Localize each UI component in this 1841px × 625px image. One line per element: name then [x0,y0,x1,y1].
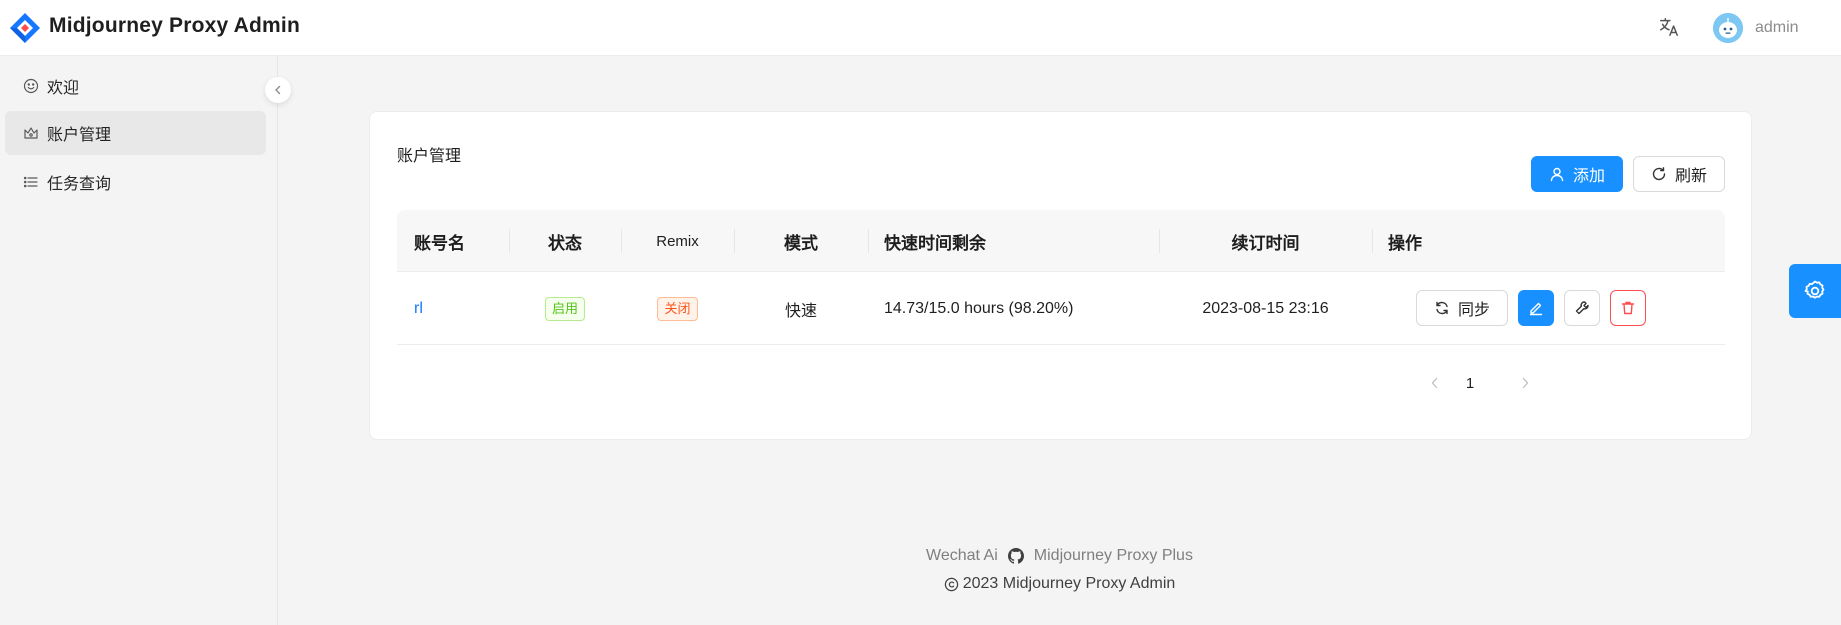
sidebar: 欢迎 账户管理 任务查询 [0,56,278,625]
column-header-remix[interactable]: Remix [621,210,734,272]
copyright-text: 2023 Midjourney Proxy Admin [962,575,1176,592]
copyright-icon [944,577,959,592]
app-title: Midjourney Proxy Admin [49,14,300,37]
sidebar-item-account-management[interactable]: 账户管理 [5,111,266,155]
wrench-icon [1575,301,1589,315]
delete-button[interactable] [1610,290,1646,326]
chevron-right-icon [1522,377,1529,389]
add-button-label: 添加 [1572,168,1605,185]
smile-icon [22,78,39,95]
top-header: Midjourney Proxy Admin admin [0,0,1841,56]
footer-link-midjourney-proxy-plus[interactable]: Midjourney Proxy Plus [1034,547,1193,565]
tool-button[interactable] [1564,290,1600,326]
sync-button-label: 同步 [1457,302,1490,319]
column-header-actions: 操作 [1388,233,1422,253]
column-header-status[interactable]: 状态 [509,210,621,272]
pagination-page-1[interactable]: 1 [1454,367,1486,399]
refresh-button-label: 刷新 [1674,168,1707,185]
table-row: rl 启用 关闭 快速 14.73/15.0 hours (98.20%) 20… [397,272,1725,345]
fast-time-remaining-cell: 14.73/15.0 hours (98.20%) [884,299,1074,317]
card-title: 账户管理 [397,148,462,165]
trash-icon [1621,301,1635,315]
account-name-link[interactable]: rl [414,300,423,318]
column-divider [868,229,869,253]
account-management-card: 账户管理 添加 刷新 账号名 状态 Remix 模式 快速时间剩余 续订时间 操… [369,111,1752,440]
gear-icon [1804,280,1825,299]
column-header-fast-time-remaining[interactable]: 快速时间剩余 [884,210,1084,272]
sidebar-item-label: 账户管理 [47,127,112,144]
renew-time-cell: 2023-08-15 23:16 [1202,299,1329,317]
list-icon [22,174,39,191]
pagination-prev[interactable] [1419,367,1451,399]
remix-badge: 关闭 [657,296,698,321]
sidebar-item-label: 任务查询 [47,176,112,193]
user-add-icon [1549,166,1565,182]
user-menu[interactable]: admin [1713,11,1799,45]
table-header: 账号名 状态 Remix 模式 快速时间剩余 续订时间 操作 [397,210,1725,272]
refresh-button[interactable]: 刷新 [1633,156,1725,192]
avatar[interactable] [1713,13,1743,43]
sidebar-item-task-query[interactable]: 任务查询 [5,160,266,204]
status-badge: 启用 [544,296,585,321]
footer-copyright: 2023 Midjourney Proxy Admin [278,575,1841,593]
footer-link-wechat-ai[interactable]: Wechat Ai [926,547,998,565]
pagination-next[interactable] [1509,367,1541,399]
crown-icon [22,125,39,142]
github-icon[interactable] [1007,548,1024,564]
logo-icon[interactable] [8,11,42,45]
translate-icon[interactable] [1656,14,1682,40]
status-cell: 启用 [509,272,621,345]
mode-cell: 快速 [784,302,817,320]
sidebar-item-welcome[interactable]: 欢迎 [5,64,266,108]
column-header-mode[interactable]: 模式 [734,210,868,272]
sync-button[interactable]: 同步 [1416,290,1508,326]
remix-cell: 关闭 [621,272,734,345]
add-button[interactable]: 添加 [1531,156,1623,192]
settings-drawer-button[interactable] [1789,264,1841,318]
reload-icon [1651,166,1667,182]
username[interactable]: admin [1755,19,1799,37]
account-name-cell: rl [414,272,494,345]
sidebar-item-label: 欢迎 [47,80,80,97]
sync-icon [1434,300,1450,316]
column-divider [1372,229,1373,253]
column-header-renew-time[interactable]: 续订时间 [1159,210,1372,272]
chevron-left-icon [275,85,281,95]
chevron-left-icon [1431,377,1438,389]
edit-icon [1529,302,1543,316]
sidebar-collapse-button[interactable] [265,77,291,103]
column-header-account-name[interactable]: 账号名 [414,210,494,272]
edit-button[interactable] [1518,290,1554,326]
footer-links: Wechat Ai Midjourney Proxy Plus [278,547,1841,565]
